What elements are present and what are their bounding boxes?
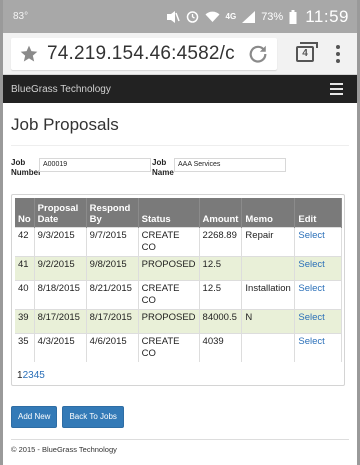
page-content: Job Proposals Job Number Job Name [3, 115, 357, 454]
table-row: 40 8/18/2015 8/21/2015 CREATE CO 12.5 Ins… [15, 279, 342, 309]
cell-memo: Repair [241, 226, 296, 256]
select-link[interactable]: Select [298, 259, 324, 270]
cell-status: PROPOSED [138, 308, 200, 333]
hamburger-icon[interactable] [323, 79, 349, 99]
header-amount: Amount [199, 198, 243, 227]
footer-divider [11, 438, 349, 440]
action-buttons: Add New Back To Jobs [11, 405, 349, 428]
cell-no: 40 [15, 279, 35, 309]
cell-amount: 12.5 [199, 255, 243, 280]
job-number-label: Job Number [11, 158, 42, 177]
clock: 11:59 [305, 6, 349, 26]
cell-memo: N [241, 308, 296, 333]
cell-proposal-date: 8/17/2015 [34, 308, 87, 333]
cell-respond-by: 8/21/2015 [86, 279, 139, 309]
address-bar[interactable]: 74.219.154.46:4582/c [11, 37, 277, 70]
cell-amount: 2268.89 [199, 226, 243, 256]
header-status: Status [138, 198, 200, 227]
pagination: 12345 [15, 370, 342, 381]
page-title: Job Proposals [11, 115, 119, 134]
alarm-icon [186, 10, 199, 23]
cell-proposal-date: 9/2/2015 [34, 255, 87, 280]
job-info: Job Number Job Name [11, 158, 349, 182]
site-navbar: BlueGrass Technology [3, 75, 357, 103]
cell-no: 39 [15, 308, 35, 333]
cell-proposal-date: 9/3/2015 [34, 226, 87, 256]
cell-respond-by: 9/7/2015 [86, 226, 139, 256]
proposals-panel: No Proposal Date Respond By Status Amoun… [11, 194, 345, 386]
cell-respond-by: 8/17/2015 [86, 308, 139, 333]
table-row: 42 9/3/2015 9/7/2015 CREATE CO 2268.89 Re… [15, 226, 342, 256]
cell-proposal-date: 8/18/2015 [34, 279, 87, 309]
tabs-button[interactable]: 4 [285, 38, 325, 70]
job-number-input[interactable] [39, 158, 151, 172]
job-name-input[interactable] [174, 158, 286, 172]
network-type-label: 4G [225, 12, 237, 21]
temperature-indicator: 83° [13, 11, 29, 22]
cell-amount: 4039 [199, 332, 243, 362]
battery-icon [289, 9, 297, 24]
cell-memo: Installation [241, 279, 296, 309]
cell-edit: Select [294, 226, 342, 256]
reload-icon[interactable] [245, 41, 271, 67]
cell-status: CREATE CO [138, 332, 200, 362]
cell-status: CREATE CO [138, 279, 200, 309]
cell-no: 35 [15, 332, 35, 362]
phone-screen: 83° 4G 73% 11:59 74.219.154.46:4582/c 4 … [0, 0, 360, 465]
brand-link[interactable]: BlueGrass Technology [11, 84, 111, 95]
cell-amount: 12.5 [199, 279, 243, 309]
cell-edit: Select [294, 255, 342, 280]
select-link[interactable]: Select [298, 283, 324, 294]
mute-icon [166, 10, 180, 23]
status-bar: 83° 4G 73% 11:59 [3, 0, 357, 33]
table-row: 39 8/17/2015 8/17/2015 PROPOSED 84000.5 … [15, 308, 342, 333]
cell-proposal-date: 4/3/2015 [34, 332, 87, 362]
cell-respond-by: 4/6/2015 [86, 332, 139, 362]
back-to-jobs-button[interactable]: Back To Jobs [62, 405, 124, 428]
proposals-table: No Proposal Date Respond By Status Amoun… [15, 198, 342, 362]
table-row: 35 4/3/2015 4/6/2015 CREATE CO 4039 Selec… [15, 332, 342, 362]
cell-memo [241, 255, 296, 280]
cell-edit: Select [294, 332, 342, 362]
cell-status: PROPOSED [138, 255, 200, 280]
title-divider [11, 145, 349, 146]
cell-status: CREATE CO [138, 226, 200, 256]
status-icons: 4G 73% 11:59 [166, 7, 349, 27]
add-new-button[interactable]: Add New [11, 405, 58, 428]
table-header-row: No Proposal Date Respond By Status Amoun… [15, 198, 342, 227]
overflow-menu-icon[interactable] [325, 38, 351, 70]
select-link[interactable]: Select [298, 312, 324, 323]
star-icon[interactable] [17, 42, 41, 66]
cell-signal-icon [242, 10, 256, 23]
url-text[interactable]: 74.219.154.46:4582/c [47, 43, 245, 65]
battery-percent: 73% [261, 10, 284, 23]
tabs-icon: 4 [296, 41, 318, 62]
cell-no: 41 [15, 255, 35, 280]
cell-no: 42 [15, 226, 35, 256]
footer-text: © 2015 - BlueGrass Technology [11, 444, 117, 454]
header-respond-by: Respond By [86, 198, 139, 227]
select-link[interactable]: Select [298, 230, 324, 241]
job-name-label: Job Name [152, 158, 174, 177]
cell-memo [241, 332, 296, 362]
header-proposal-date: Proposal Date [34, 198, 87, 227]
cell-respond-by: 9/8/2015 [86, 255, 139, 280]
browser-toolbar: 74.219.154.46:4582/c 4 [3, 33, 357, 75]
job-number-field: Job Number [11, 158, 152, 182]
cell-edit: Select [294, 308, 342, 333]
wifi-icon [205, 11, 220, 23]
cell-amount: 84000.5 [199, 308, 243, 333]
job-name-field: Job Name [152, 158, 286, 182]
header-no: No [15, 198, 35, 227]
header-edit: Edit [294, 198, 342, 227]
cell-edit: Select [294, 279, 342, 309]
header-memo: Memo [241, 198, 296, 227]
page-link-5[interactable]: 5 [39, 370, 45, 381]
select-link[interactable]: Select [298, 336, 324, 347]
table-row: 41 9/2/2015 9/8/2015 PROPOSED 12.5 Selec… [15, 255, 342, 280]
tab-count: 4 [302, 48, 308, 59]
